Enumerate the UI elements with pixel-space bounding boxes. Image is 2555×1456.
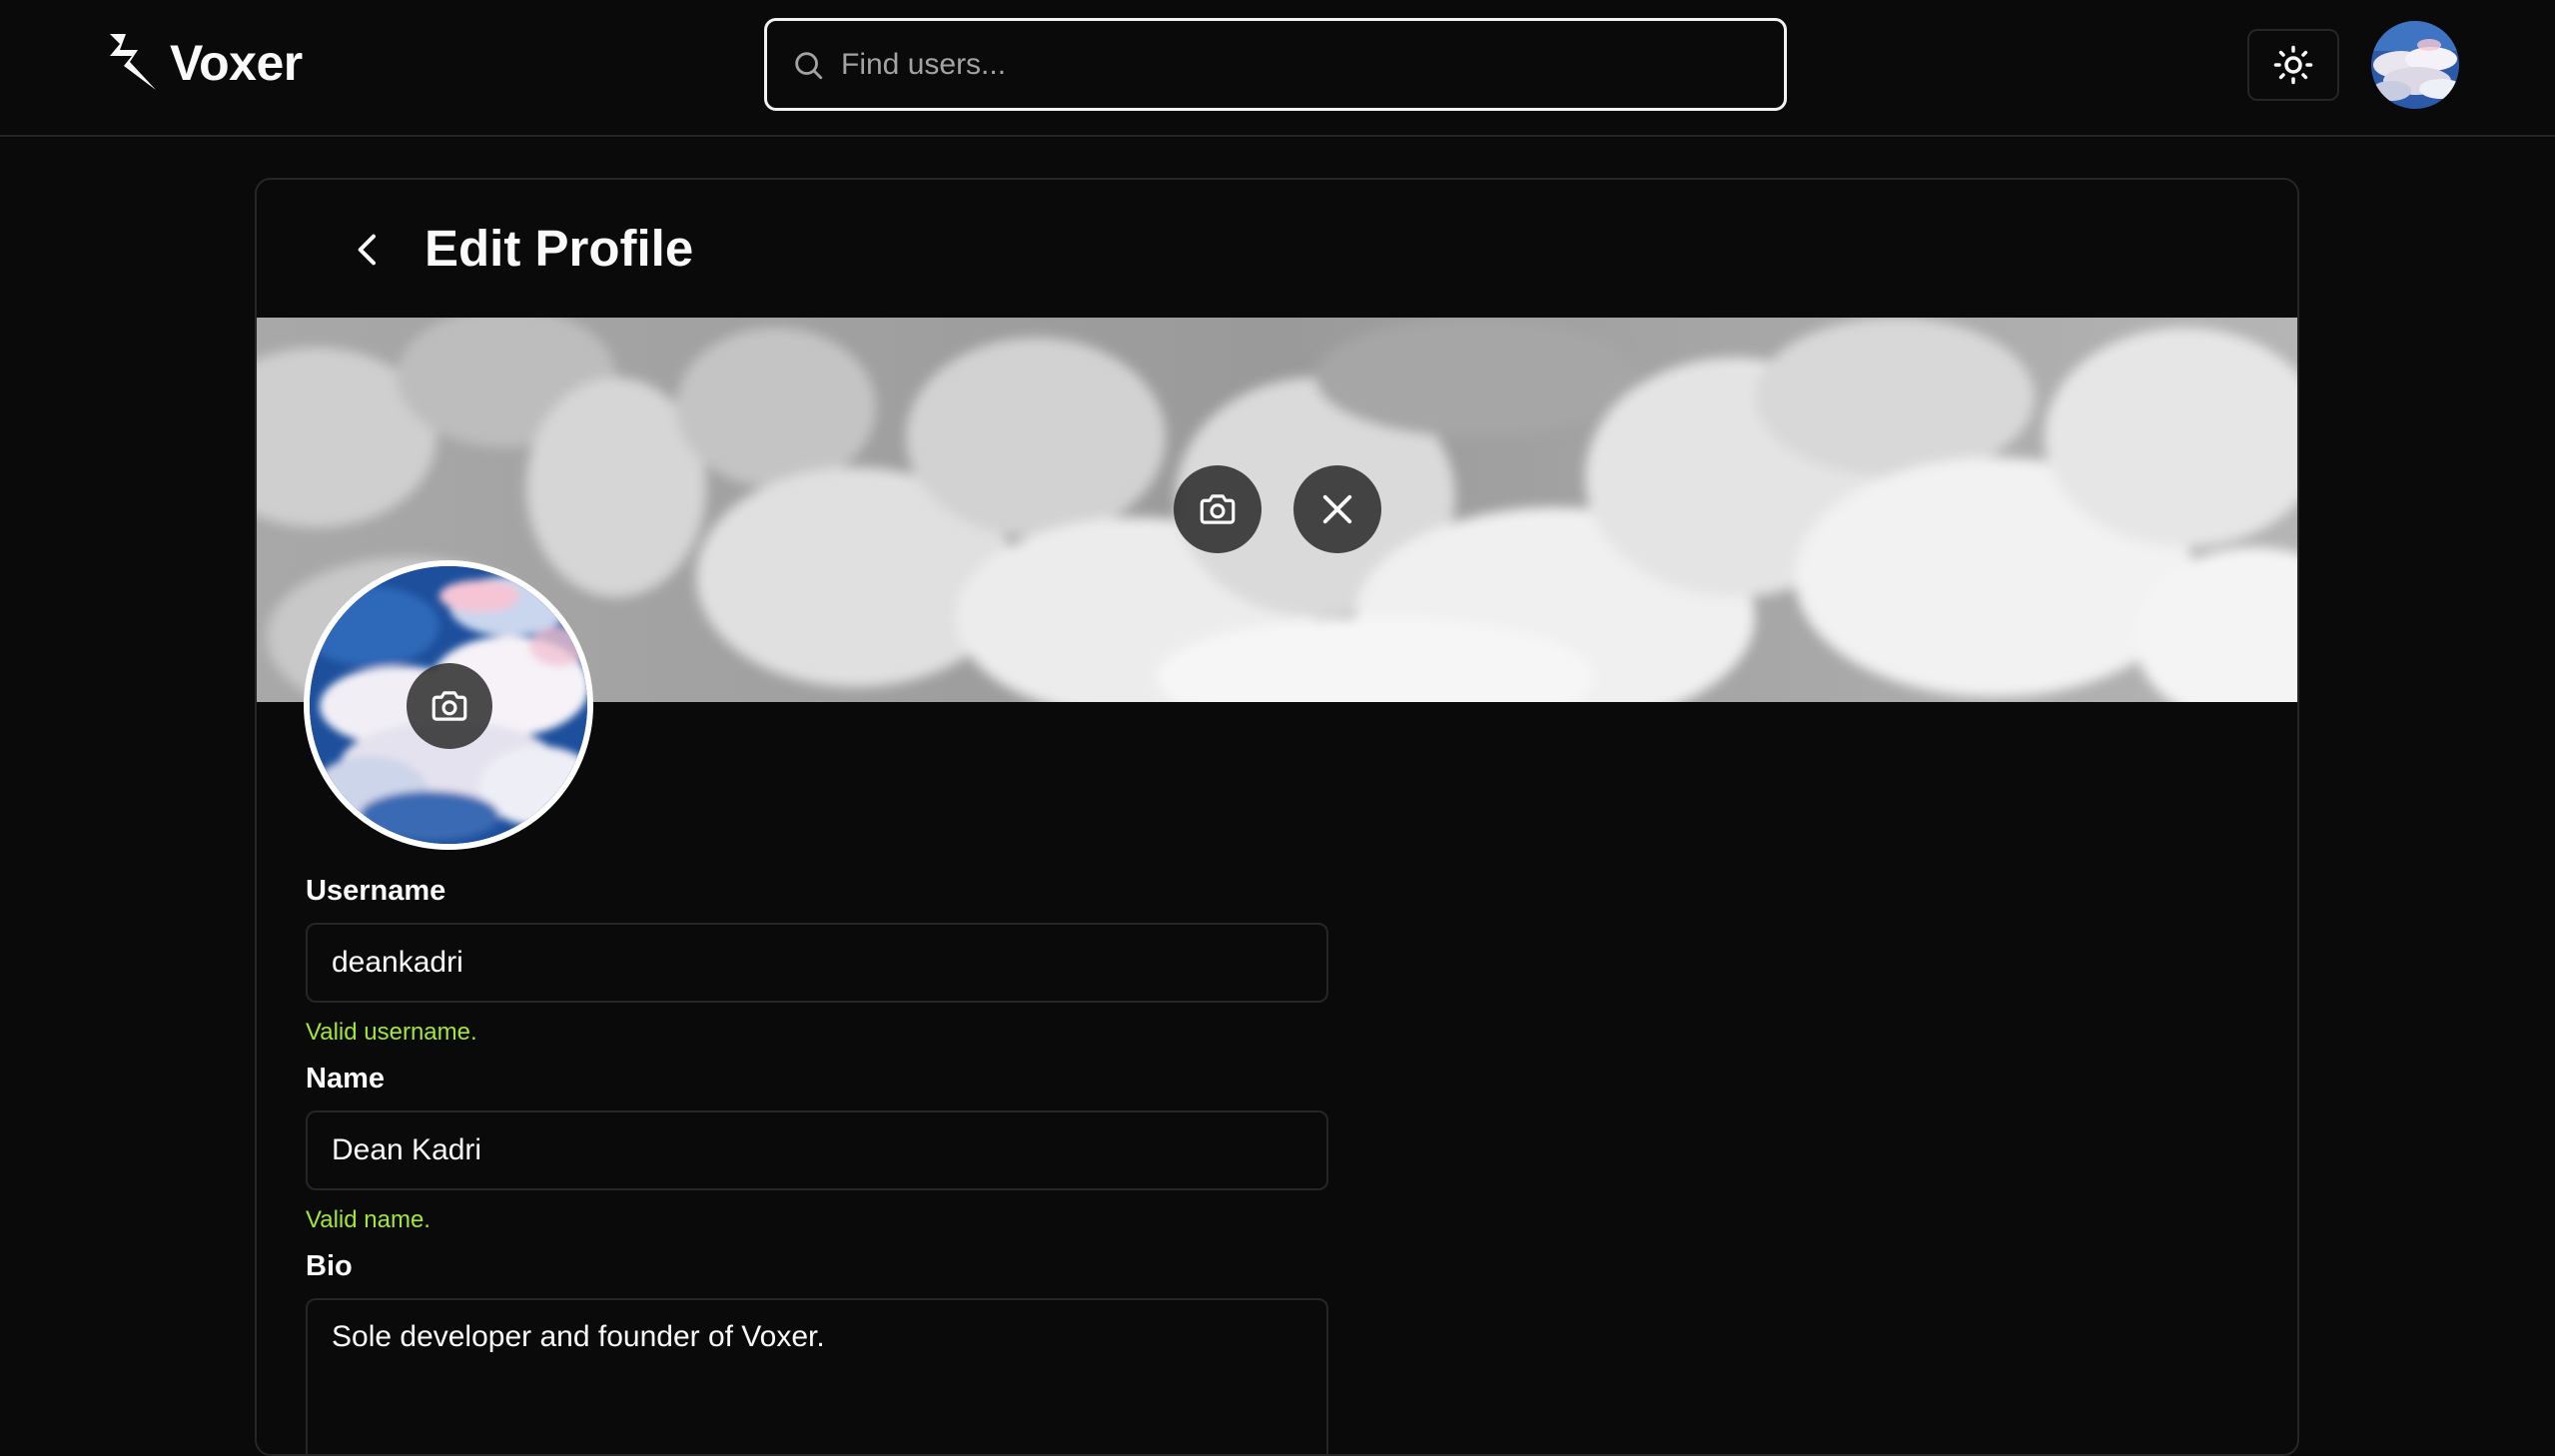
remove-banner-button[interactable] — [1293, 465, 1381, 553]
name-status: Valid name. — [306, 1206, 430, 1233]
close-icon — [1322, 494, 1352, 524]
edit-profile-card: Edit Profile Username deankadri Valid us… — [255, 178, 2299, 1456]
search-icon — [795, 51, 823, 79]
camera-icon — [1200, 494, 1236, 524]
sun-icon — [2273, 45, 2313, 85]
username-status: Valid username. — [306, 1019, 477, 1046]
search-input[interactable] — [841, 47, 1740, 82]
bio-label: Bio — [306, 1250, 353, 1282]
profile-avatar — [304, 560, 593, 850]
back-button[interactable] — [339, 220, 399, 280]
camera-icon — [431, 691, 467, 721]
search-bar[interactable] — [764, 18, 1787, 111]
user-avatar-button[interactable] — [2371, 21, 2459, 109]
top-navbar: Voxer — [0, 0, 2555, 137]
theme-toggle-button[interactable] — [2247, 29, 2339, 101]
username-label: Username — [306, 875, 446, 907]
lightning-bolt-icon — [110, 34, 156, 90]
chevron-left-icon — [358, 234, 376, 266]
brand-name: Voxer — [170, 35, 303, 91]
avatar-image — [2371, 21, 2459, 109]
change-avatar-button[interactable] — [407, 663, 492, 749]
page-title: Edit Profile — [425, 220, 694, 277]
card-header: Edit Profile — [257, 180, 2297, 318]
brand-logo-link[interactable]: Voxer — [104, 30, 303, 96]
name-label: Name — [306, 1063, 385, 1094]
name-input[interactable]: Dean Kadri — [306, 1110, 1328, 1190]
change-banner-button[interactable] — [1174, 465, 1262, 553]
username-input[interactable]: deankadri — [306, 923, 1328, 1003]
bio-textarea[interactable]: Sole developer and founder of Voxer. — [306, 1298, 1328, 1454]
